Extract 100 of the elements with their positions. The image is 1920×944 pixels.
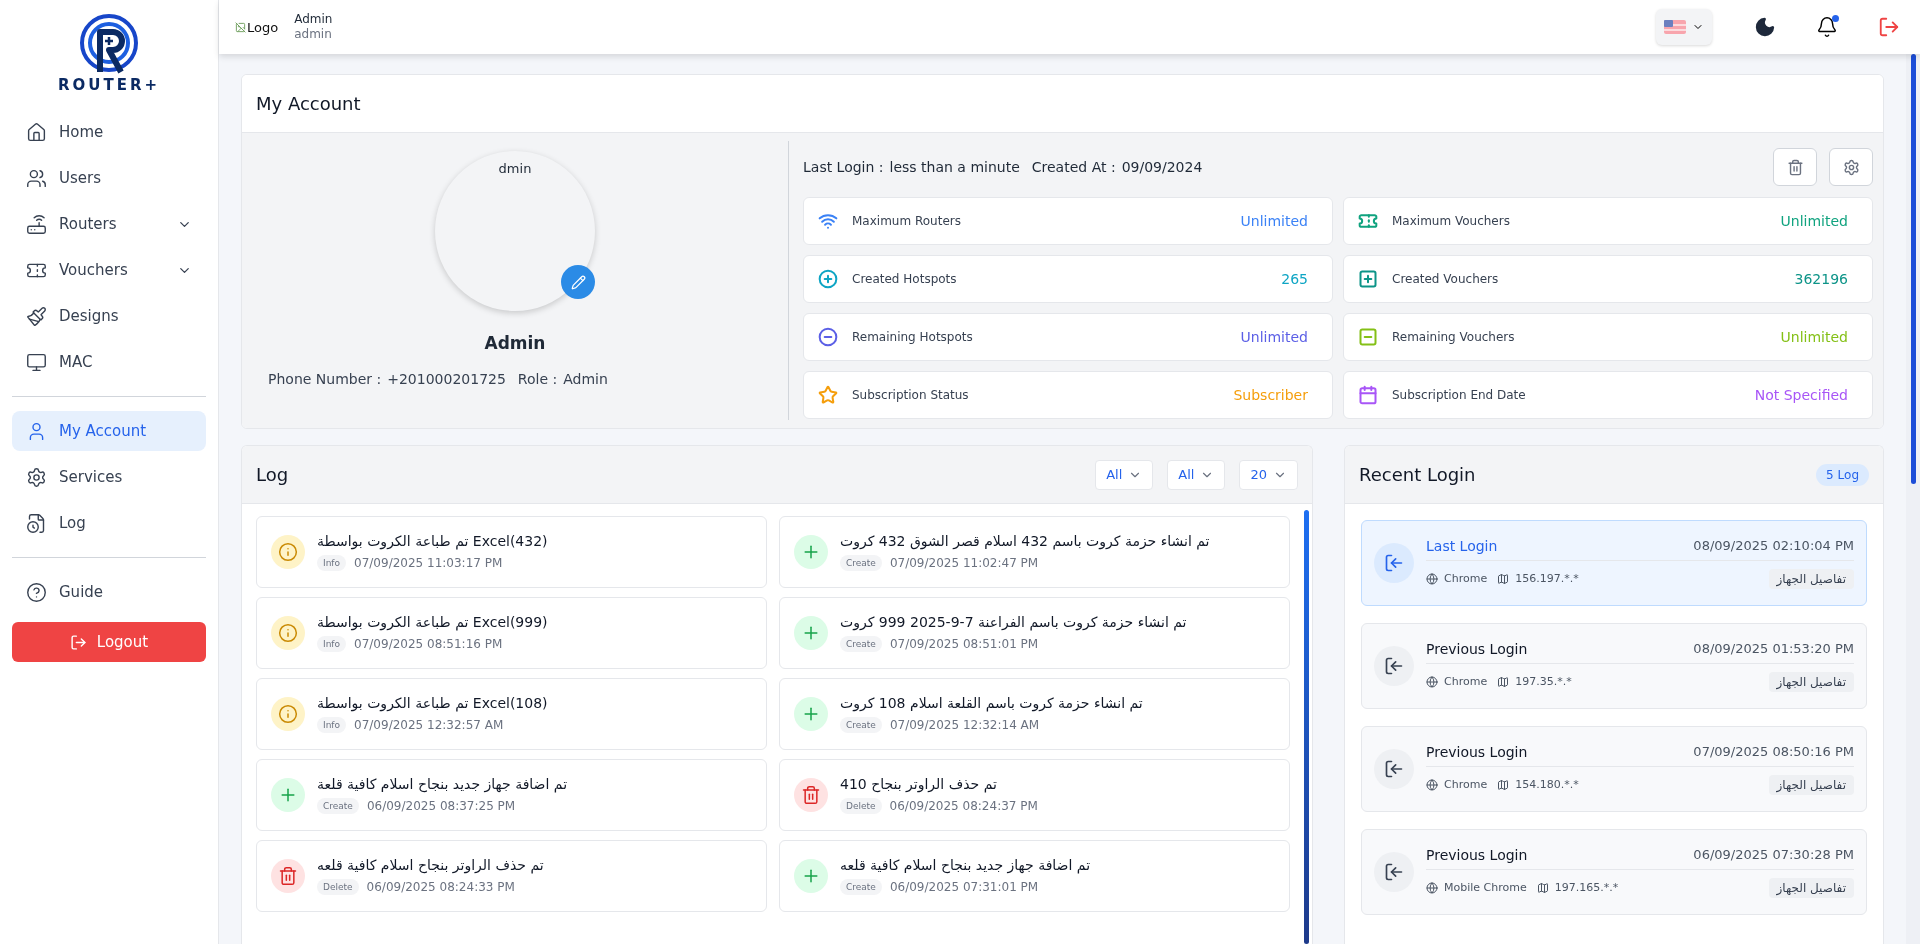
info-icon [271,697,305,731]
browser-name: Chrome [1444,572,1488,585]
map-icon [1497,572,1510,585]
sidebar-item[interactable]: Routers [12,204,206,244]
stat-value: Unlimited [1780,213,1849,229]
stat-value: Not Specified [1754,387,1849,403]
count-badge: 5 Log [1816,463,1869,486]
help-icon [26,581,47,603]
log-time: 07/09/2025 11:02:47 PM [889,556,1039,570]
role-value: Admin [563,371,608,387]
sidebar-item[interactable]: Guide [12,572,206,612]
plus-icon [271,778,305,812]
sidebar-item[interactable]: Log [12,503,206,543]
browser-name: Chrome [1444,778,1488,791]
log-type-tag: Create [840,717,882,733]
trash-icon [1786,158,1804,176]
sidebar-item[interactable]: My Account [12,411,206,451]
stat-value: 265 [1281,271,1309,287]
stat-value: Subscriber [1233,387,1309,403]
login-time: 08/09/2025 01:53:20 PM [1693,641,1854,656]
log-message: تم طباعة الكروت بواسطة Excel(999) [317,614,548,630]
broken-logo-image: Logo [235,19,279,35]
log-time: 07/09/2025 08:51:16 PM [354,637,503,651]
logout-icon [1878,16,1900,38]
map-icon [1497,675,1510,688]
scrollbar[interactable] [1304,510,1309,944]
sidebar-item[interactable]: MAC [12,342,206,382]
profile-name: Admin [484,333,546,353]
card-title: Log [256,464,290,485]
log-message: تم اضافة جهاز جديد بنجاح اسلام كافية قلعة [317,776,568,792]
phone-label: Phone Number : [268,371,382,387]
info-icon [271,616,305,650]
device-details-button[interactable]: تفاصيل الجهاز [1768,774,1854,795]
brush-icon [26,305,47,327]
logout-button[interactable]: Logout [12,622,206,662]
settings-icon [26,466,47,488]
stat-label: Remaining Hotspots [852,330,974,344]
stat-label: Subscription Status [852,388,970,402]
globe-icon [1426,881,1438,894]
edit-avatar-button[interactable] [561,265,595,299]
login-title: Previous Login [1426,743,1528,760]
log-time: 06/09/2025 08:37:25 PM [366,799,516,813]
login-icon [1374,543,1414,583]
avatar-alt-text: dmin [498,161,532,178]
bell-icon [1816,16,1838,38]
stat-label: Remaining Vouchers [1392,330,1516,344]
phone-number: +201000201725 [387,371,506,387]
login-time: 08/09/2025 02:10:04 PM [1693,538,1854,553]
login-time: 06/09/2025 07:30:28 PM [1693,847,1854,862]
role-label: Role : [517,371,558,387]
plus-icon [794,535,828,569]
log-type-tag: Create [840,879,882,895]
device-details-button[interactable]: تفاصيل الجهاز [1768,671,1854,692]
globe-icon [1426,675,1438,688]
sidebar-item[interactable]: Services [12,457,206,497]
login-icon [1374,749,1414,789]
log-type-tag: Create [840,636,882,652]
delete-button[interactable] [1773,148,1817,186]
log-icon [26,512,47,534]
log-message: تم طباعة الكروت بواسطة Excel(432) [317,533,548,549]
filter-dropdown[interactable]: All [1167,459,1226,490]
login-time: 07/09/2025 08:50:16 PM [1693,744,1854,759]
log-type-tag: Create [317,798,359,814]
log-type-tag: Delete [840,798,882,814]
log-type-tag: Info [317,636,347,652]
stat-value: Unlimited [1780,329,1849,345]
sidebar-item[interactable]: Users [12,158,206,198]
sidebar-item[interactable]: Home [12,112,206,152]
log-time: 07/09/2025 12:32:57 AM [354,718,504,732]
log-time: 07/09/2025 11:03:17 PM [354,556,503,570]
filter-dropdown[interactable]: 20 [1239,459,1298,490]
created-label: Created At : [1031,159,1116,175]
user-name: Admin [294,12,333,27]
device-details-button[interactable]: تفاصيل الجهاز [1768,877,1854,898]
stat-value: Unlimited [1240,329,1309,345]
language-dropdown[interactable] [1656,9,1712,45]
monitor-icon [26,351,47,373]
moon-icon [1754,16,1776,38]
router-logo-icon [78,14,140,76]
card-title: My Account [256,93,362,114]
login-title: Previous Login [1426,640,1528,657]
sidebar-item[interactable]: Vouchers [12,250,206,290]
log-message: تم اضافة جهاز جديد بنجاح اسلام كافية قلعه [840,857,1091,873]
log-message: تم طباعة الكروت بواسطة Excel(108) [317,695,548,711]
flag-icon [1664,20,1686,34]
login-title: Last Login [1426,537,1498,554]
device-details-button[interactable]: تفاصيل الجهاز [1768,568,1854,589]
scrollbar[interactable] [1910,54,1916,484]
globe-icon [1426,572,1438,585]
sidebar-item[interactable]: Designs [12,296,206,336]
settings-button[interactable] [1829,148,1873,186]
stat-label: Subscription End Date [1392,388,1527,402]
stat-label: Created Vouchers [1392,272,1500,286]
trash-icon [271,859,305,893]
stat-value: 362196 [1794,271,1849,287]
filter-dropdown[interactable]: All [1095,459,1154,490]
home-icon [26,121,47,143]
log-message: تم حذف الراوتر بنجاح اسلام كافية قلعه [317,857,544,873]
plus-icon [794,616,828,650]
last-login-label: Last Login : [803,159,884,175]
